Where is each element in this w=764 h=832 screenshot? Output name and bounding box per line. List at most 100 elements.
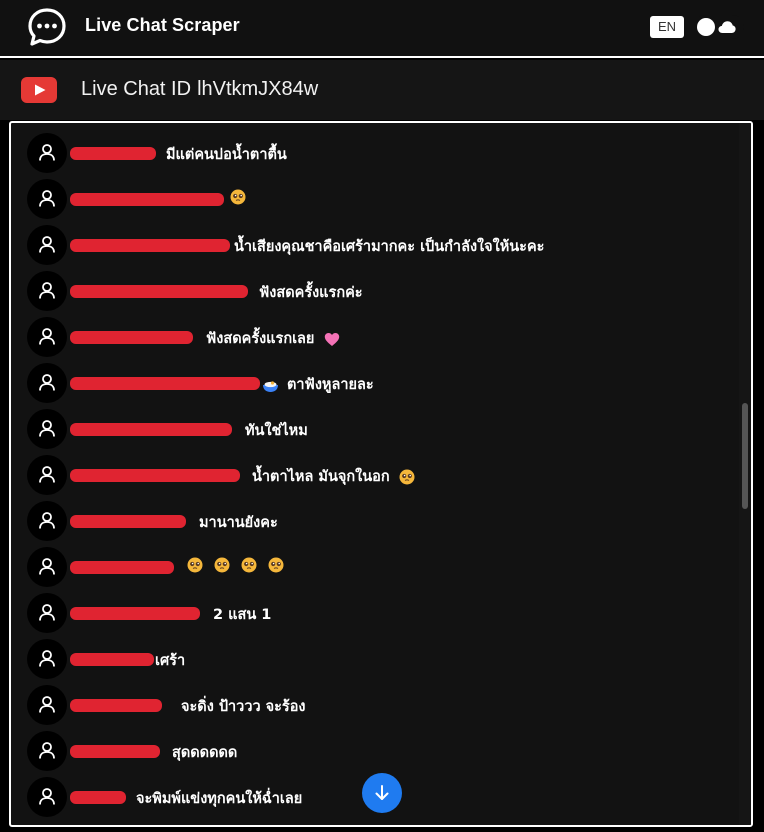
message-text: ตาฟังหูลายละ <box>262 373 374 396</box>
chat-message: น้ำเสียงคุณชาคือเศร้ามากคะ เป็นกำลังใจให… <box>27 225 727 265</box>
message-text-body: ตาฟังหูลายละ <box>287 377 374 393</box>
pleading-face-emoji-icon <box>187 557 203 573</box>
chat-message: น้ำตาไหล มันจุกในอก <box>27 455 727 495</box>
pleading-face-emoji-icon <box>241 557 257 573</box>
message-text: ฟังสดครั้งแรกเลย <box>206 327 340 350</box>
chat-message: ฟังสดครั้งแรกเลย <box>27 317 727 357</box>
youtube-icon <box>21 77 57 103</box>
pleading-face-emoji-icon <box>399 469 415 485</box>
arrow-down-icon <box>375 785 389 800</box>
user-icon <box>39 190 55 207</box>
message-text: เศร้า <box>155 653 186 669</box>
redacted-author-name <box>70 699 162 712</box>
chat-message: สุดดดดดด <box>27 731 727 771</box>
chat-message: ฟังสดครั้งแรกค่ะ <box>27 271 727 311</box>
avatar <box>27 547 67 587</box>
chat-message: มีแต่คนบ่อน้ำตาตื้น <box>27 133 727 173</box>
user-icon <box>39 696 55 713</box>
chat-message: 2 แสน 1 <box>27 593 727 633</box>
message-text: น้ำตาไหล มันจุกในอก <box>252 465 415 488</box>
chat-message: จะดิ่ง ป้าววว จะร้อง <box>27 685 727 725</box>
pleading-face-emoji-icon <box>230 189 246 205</box>
message-text-body: ฟังสดครั้งแรกเลย <box>206 331 315 347</box>
chat-header: Live Chat ID lhVtkmJX84w <box>0 60 764 120</box>
redacted-author-name <box>70 423 232 436</box>
chat-message: มานานยังคะ <box>27 501 727 541</box>
redacted-author-name <box>70 285 248 298</box>
redacted-author-name <box>70 653 154 666</box>
message-text-body: น้ำตาไหล มันจุกในอก <box>252 469 390 485</box>
chat-message: ทันใช่ไหม <box>27 409 727 449</box>
avatar <box>27 225 67 265</box>
message-text: 2 แสน 1 <box>213 607 272 623</box>
avatar <box>27 501 67 541</box>
message-text: มีแต่คนบ่อน้ำตาตื้น <box>166 147 287 163</box>
user-icon <box>39 144 55 161</box>
chat-bubble-dots-icon <box>28 8 66 46</box>
avatar <box>27 777 67 817</box>
avatar <box>27 639 67 679</box>
avatar <box>27 271 67 311</box>
user-icon <box>39 558 55 575</box>
message-text: ทันใช่ไหม <box>245 423 308 439</box>
avatar <box>27 317 67 357</box>
avatar <box>27 593 67 633</box>
redacted-author-name <box>70 147 156 160</box>
avatar <box>27 455 67 495</box>
user-icon <box>39 742 55 759</box>
chat-scrollbar-thumb[interactable] <box>742 403 748 509</box>
redacted-author-name <box>70 561 174 574</box>
message-text: ฟังสดครั้งแรกค่ะ <box>259 285 363 301</box>
user-icon <box>39 466 55 483</box>
app-title: Live Chat Scraper <box>85 15 240 35</box>
user-icon <box>39 236 55 253</box>
avatar <box>27 685 67 725</box>
message-text <box>230 189 246 205</box>
redacted-author-name <box>70 515 186 528</box>
message-text: จะพิมพ์แข่งทุกคนให้ฉ่ำเลย <box>136 791 303 807</box>
message-text: สุดดดดดด <box>172 745 238 761</box>
chat-message: เศร้า <box>27 639 727 679</box>
pleading-face-emoji-icon <box>214 557 230 573</box>
redacted-author-name <box>70 239 230 252</box>
live-chat-id: Live Chat ID lhVtkmJX84w <box>81 78 318 101</box>
avatar <box>27 731 67 771</box>
live-chat-id-value: lhVtkmJX84w <box>197 78 319 100</box>
top-bar: Live Chat Scraper EN <box>0 0 764 58</box>
chat-scrollbar[interactable] <box>739 123 751 825</box>
app-root: Live Chat Scraper EN Live Chat ID lhVtkmJ… <box>0 0 764 832</box>
scroll-to-bottom-button[interactable] <box>362 773 402 813</box>
message-text: จะดิ่ง ป้าววว จะร้อง <box>181 699 306 715</box>
redacted-author-name <box>70 469 240 482</box>
user-icon <box>39 604 55 621</box>
bowl-emoji-icon <box>263 380 278 392</box>
user-icon <box>39 420 55 437</box>
cloud-icon <box>718 21 736 33</box>
theme-toggle[interactable] <box>694 15 744 39</box>
pink-heart-emoji-icon <box>324 332 339 346</box>
avatar <box>27 409 67 449</box>
chat-message <box>27 179 727 219</box>
language-button[interactable]: EN <box>650 16 684 38</box>
theme-toggle-knob <box>697 18 715 36</box>
message-text: น้ำเสียงคุณชาคือเศร้ามากคะ เป็นกำลังใจให… <box>234 239 545 255</box>
redacted-author-name <box>70 377 260 390</box>
avatar <box>27 363 67 403</box>
redacted-author-name <box>70 745 160 758</box>
user-icon <box>39 788 55 805</box>
redacted-author-name <box>70 607 200 620</box>
pleading-face-emoji-icon <box>268 557 284 573</box>
redacted-author-name <box>70 791 126 804</box>
user-icon <box>39 328 55 345</box>
message-text <box>187 557 284 573</box>
live-chat-id-label: Live Chat ID <box>81 78 192 100</box>
avatar <box>27 179 67 219</box>
chat-message <box>27 547 727 587</box>
redacted-author-name <box>70 331 193 344</box>
chat-message-list[interactable]: มีแต่คนบ่อน้ำตาตื้น น้ำเสียงคุณชาคือเศร้… <box>9 121 753 827</box>
user-icon <box>39 282 55 299</box>
avatar <box>27 133 67 173</box>
user-icon <box>39 374 55 391</box>
user-icon <box>39 512 55 529</box>
user-icon <box>39 650 55 667</box>
